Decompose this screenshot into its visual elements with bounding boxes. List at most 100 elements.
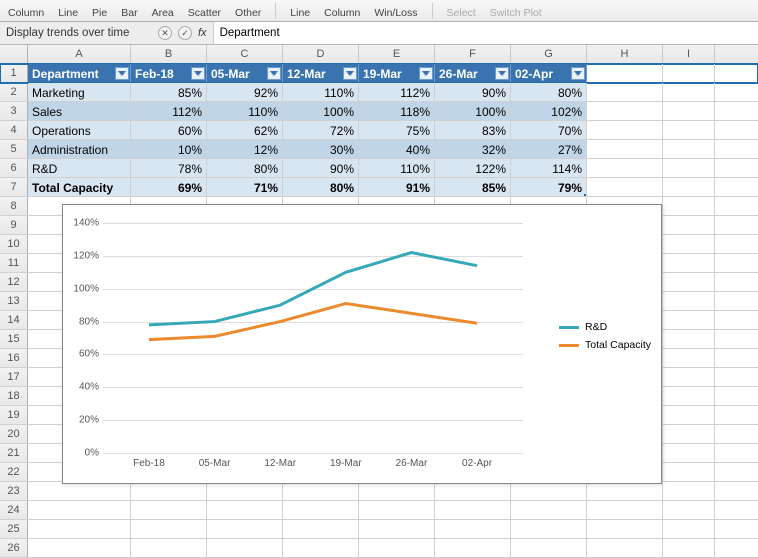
empty-cell[interactable]: [207, 501, 283, 519]
ribbon-sparkline-column[interactable]: Column: [324, 7, 360, 19]
table-total-cell[interactable]: 80%: [283, 178, 359, 196]
filter-dropdown-icon[interactable]: [571, 67, 585, 80]
empty-cell[interactable]: [663, 64, 715, 82]
empty-cell[interactable]: [663, 368, 715, 386]
empty-cell[interactable]: [663, 406, 715, 424]
empty-cell[interactable]: [359, 539, 435, 557]
ribbon-column[interactable]: Column: [8, 7, 44, 19]
empty-cell[interactable]: [663, 520, 715, 538]
row-header[interactable]: 23: [0, 482, 28, 500]
row-header[interactable]: 26: [0, 539, 28, 557]
table-data-cell[interactable]: 27%: [511, 140, 587, 158]
empty-cell[interactable]: [131, 482, 207, 500]
table-data-cell[interactable]: 75%: [359, 121, 435, 139]
name-box[interactable]: Display trends over time: [0, 27, 158, 39]
table-data-cell[interactable]: 118%: [359, 102, 435, 120]
row-header[interactable]: 12: [0, 273, 28, 291]
accept-formula-icon[interactable]: ✓: [178, 26, 192, 40]
row-header[interactable]: 9: [0, 216, 28, 234]
table-row-label[interactable]: Marketing: [28, 83, 131, 101]
table-data-cell[interactable]: 102%: [511, 102, 587, 120]
empty-cell[interactable]: [359, 501, 435, 519]
empty-cell[interactable]: [511, 482, 587, 500]
ribbon-pie[interactable]: Pie: [92, 7, 107, 19]
filter-dropdown-icon[interactable]: [419, 67, 433, 80]
column-header[interactable]: E: [359, 45, 435, 63]
table-data-cell[interactable]: 90%: [435, 83, 511, 101]
table-header-cell[interactable]: Feb-18: [131, 64, 207, 82]
empty-cell[interactable]: [663, 273, 715, 291]
row-header[interactable]: 1: [0, 64, 28, 82]
filter-dropdown-icon[interactable]: [343, 67, 357, 80]
empty-cell[interactable]: [131, 501, 207, 519]
empty-cell[interactable]: [131, 539, 207, 557]
row-header[interactable]: 21: [0, 444, 28, 462]
empty-cell[interactable]: [663, 387, 715, 405]
table-data-cell[interactable]: 32%: [435, 140, 511, 158]
empty-cell[interactable]: [511, 501, 587, 519]
table-data-cell[interactable]: 80%: [207, 159, 283, 177]
empty-cell[interactable]: [435, 482, 511, 500]
select-all-corner[interactable]: [0, 45, 28, 63]
fx-icon[interactable]: fx: [198, 27, 207, 39]
empty-cell[interactable]: [207, 539, 283, 557]
column-header[interactable]: A: [28, 45, 131, 63]
table-data-cell[interactable]: 122%: [435, 159, 511, 177]
table-data-cell[interactable]: 112%: [359, 83, 435, 101]
ribbon-switch-plot[interactable]: Switch Plot: [490, 7, 542, 19]
ribbon-bar[interactable]: Bar: [121, 7, 137, 19]
row-header[interactable]: 16: [0, 349, 28, 367]
empty-cell[interactable]: [663, 330, 715, 348]
empty-cell[interactable]: [587, 482, 663, 500]
table-data-cell[interactable]: 70%: [511, 121, 587, 139]
table-data-cell[interactable]: 72%: [283, 121, 359, 139]
table-data-cell[interactable]: 83%: [435, 121, 511, 139]
empty-cell[interactable]: [663, 349, 715, 367]
table-total-cell[interactable]: 69%: [131, 178, 207, 196]
row-header[interactable]: 24: [0, 501, 28, 519]
row-header[interactable]: 19: [0, 406, 28, 424]
table-row-label[interactable]: Sales: [28, 102, 131, 120]
empty-cell[interactable]: [663, 254, 715, 272]
empty-cell[interactable]: [663, 444, 715, 462]
empty-cell[interactable]: [359, 482, 435, 500]
table-data-cell[interactable]: 110%: [359, 159, 435, 177]
table-total-cell[interactable]: 71%: [207, 178, 283, 196]
row-header[interactable]: 22: [0, 463, 28, 481]
row-header[interactable]: 10: [0, 235, 28, 253]
empty-cell[interactable]: [28, 539, 131, 557]
table-header-cell[interactable]: 12-Mar: [283, 64, 359, 82]
empty-cell[interactable]: [28, 501, 131, 519]
ribbon-select[interactable]: Select: [447, 7, 476, 19]
empty-cell[interactable]: [663, 425, 715, 443]
empty-cell[interactable]: [663, 235, 715, 253]
empty-cell[interactable]: [283, 539, 359, 557]
ribbon-sparkline-winloss[interactable]: Win/Loss: [374, 7, 417, 19]
filter-dropdown-icon[interactable]: [115, 67, 129, 80]
ribbon-line[interactable]: Line: [58, 7, 78, 19]
empty-cell[interactable]: [587, 159, 663, 177]
row-header[interactable]: 14: [0, 311, 28, 329]
ribbon-scatter[interactable]: Scatter: [188, 7, 221, 19]
row-header[interactable]: 8: [0, 197, 28, 215]
row-header[interactable]: 25: [0, 520, 28, 538]
table-total-cell[interactable]: 85%: [435, 178, 511, 196]
row-header[interactable]: 15: [0, 330, 28, 348]
table-data-cell[interactable]: 100%: [435, 102, 511, 120]
column-header[interactable]: B: [131, 45, 207, 63]
row-header[interactable]: 2: [0, 83, 28, 101]
empty-cell[interactable]: [587, 140, 663, 158]
table-data-cell[interactable]: 62%: [207, 121, 283, 139]
table-total-cell[interactable]: 91%: [359, 178, 435, 196]
empty-cell[interactable]: [663, 197, 715, 215]
table-header-cell[interactable]: 05-Mar: [207, 64, 283, 82]
empty-cell[interactable]: [511, 539, 587, 557]
empty-cell[interactable]: [435, 501, 511, 519]
empty-cell[interactable]: [207, 520, 283, 538]
row-header[interactable]: 13: [0, 292, 28, 310]
row-header[interactable]: 18: [0, 387, 28, 405]
column-header[interactable]: I: [663, 45, 715, 63]
column-header[interactable]: F: [435, 45, 511, 63]
empty-cell[interactable]: [663, 83, 715, 101]
empty-cell[interactable]: [663, 501, 715, 519]
